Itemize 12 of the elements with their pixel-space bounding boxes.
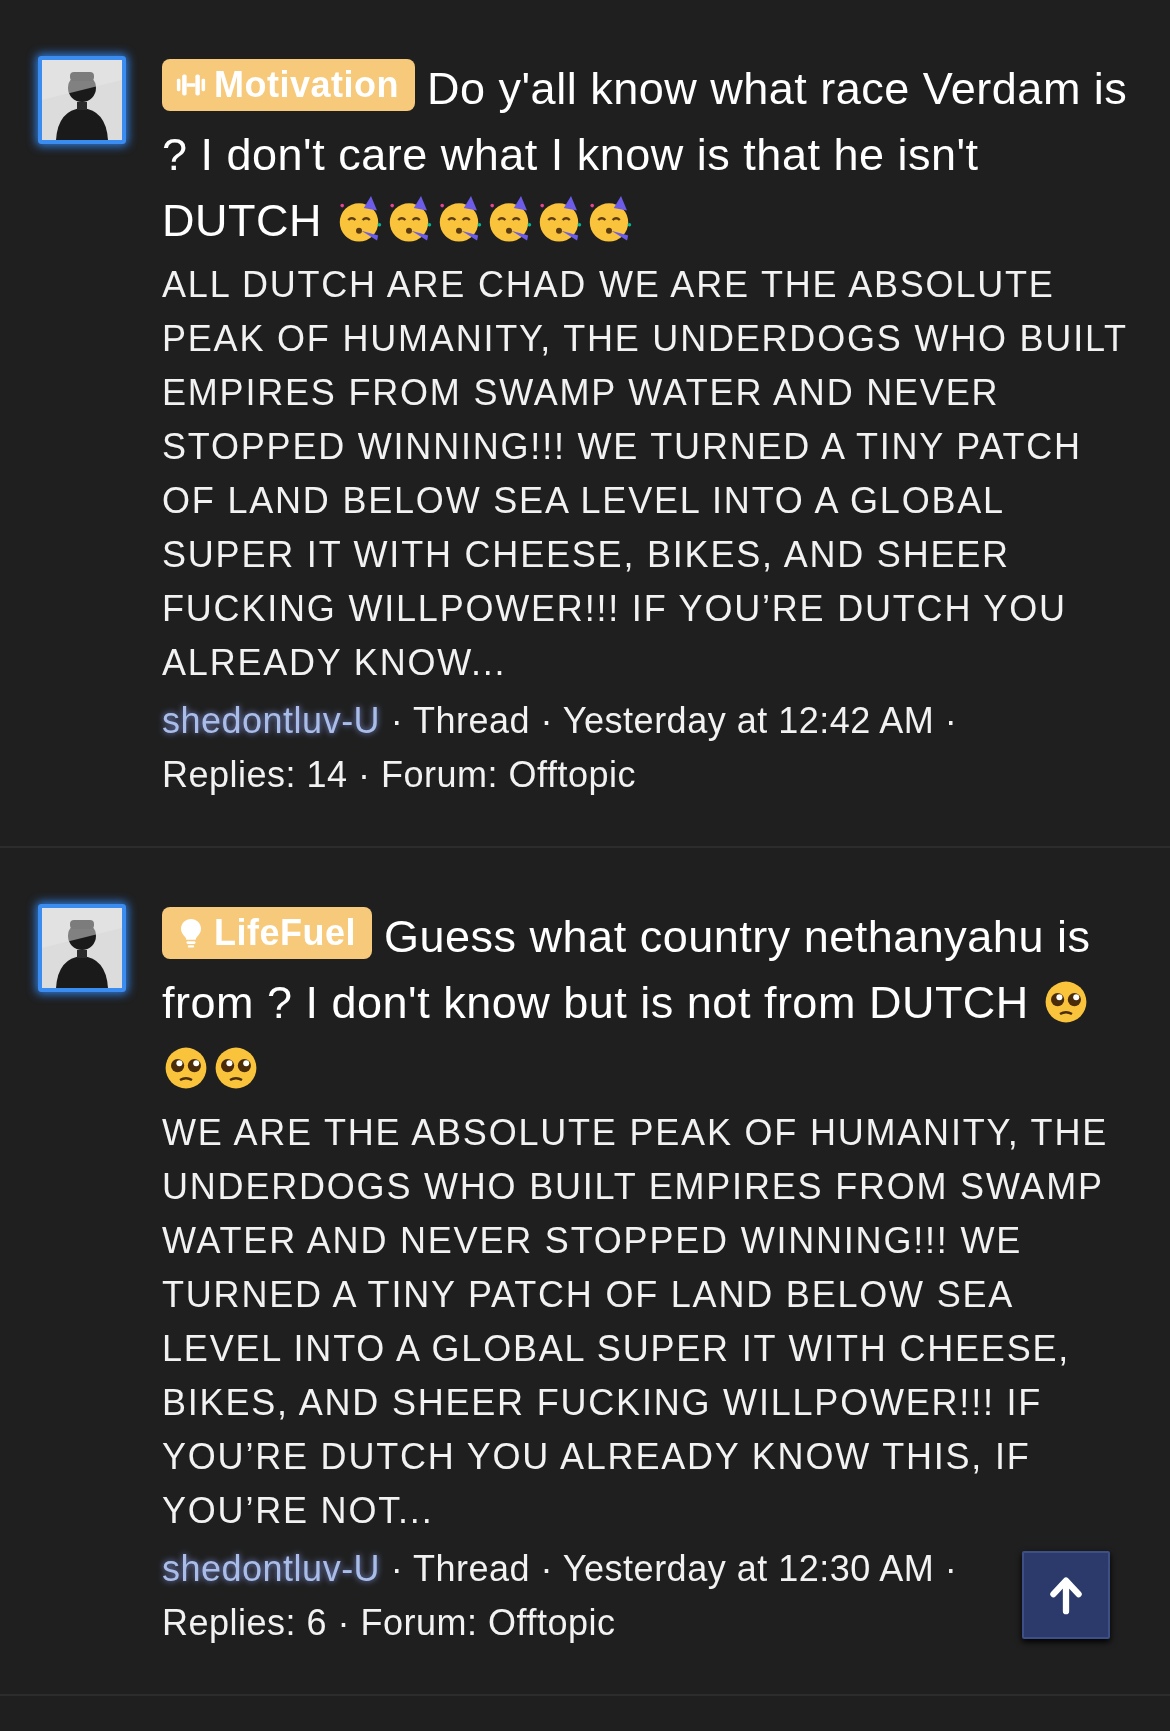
thread-snippet: ALL DUTCH ARE CHAD WE ARE THE ABSOLUTE PEAK OF HUMANITY, THE UNDERDOGS WHO BUILT EMPIRES FROM SWAMP WATER AND NEVER STOPPED WINNING!!! WE TURNED A TINY PATCH OF LAND BELOW SEA LEVEL INTO A GLOBAL SUPER IT WITH CHEESE, BIKES, AND SHEER FUCKING WILLPOWER!!! IF YOU’RE DUTCH YOU ALREADY KNOW...	[162, 263, 1129, 685]
arrow-up-icon	[1048, 1575, 1084, 1615]
author-link[interactable]: shedontluv-U	[162, 1548, 381, 1589]
thread-meta: shedontluv-U · Thread · Yesterday at 12:30 AM · Replies: 6 · Forum: Offtopic	[162, 1547, 959, 1645]
thread-meta: shedontluv-U · Thread · Yesterday at 12:42 AM · Replies: 14 · Forum: Offtopic	[162, 699, 959, 797]
scroll-to-top-button[interactable]	[1022, 1551, 1110, 1639]
thread-prefix-label: LifeFuel	[162, 907, 372, 959]
thread-title[interactable]: Motivation Do y'all know what race Verdam is ? I don't care what I know is that he isn't DUTCH	[162, 56, 1140, 254]
author-link[interactable]: shedontluv-U	[162, 700, 381, 741]
thread-title[interactable]: LifeFuel Guess what country nethanyahu is from ? I don't know but is not from DUTCH	[162, 904, 1140, 1102]
thread-snippet: WE ARE THE ABSOLUTE PEAK OF HUMANITY, THE UNDERDOGS WHO BUILT EMPIRES FROM SWAMP WATER AND NEVER STOPPED WINNING!!! WE TURNED A TINY PATCH OF LAND BELOW SEA LEVEL INTO A GLOBAL SUPER IT WITH CHEESE, BIKES, AND SHEER FUCKING WILLPOWER!!! IF YOU’RE DUTCH YOU ALREADY KNOW THIS, IF YOU’RE NOT...	[162, 1111, 1109, 1533]
thread-prefix-label: Motivation	[162, 59, 415, 111]
